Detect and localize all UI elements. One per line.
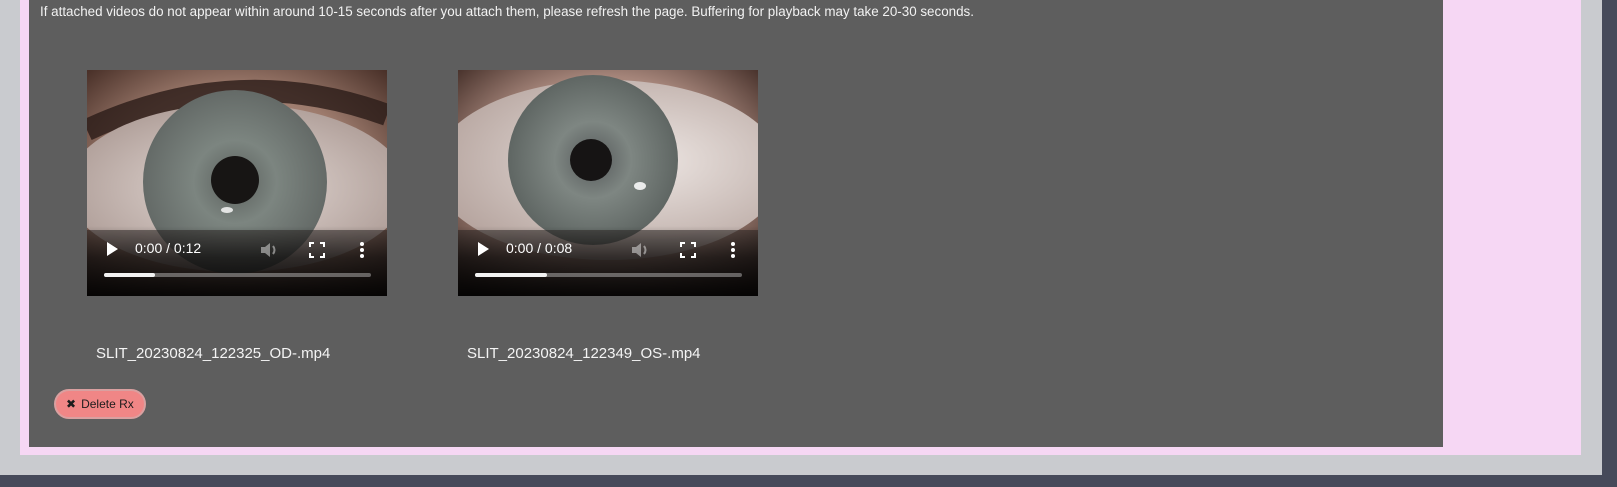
video-progress-fill: [475, 273, 548, 277]
fullscreen-icon[interactable]: [680, 242, 696, 258]
play-icon[interactable]: [105, 241, 119, 257]
video-filename: SLIT_20230824_122325_OD-.mp4: [96, 345, 331, 362]
more-options-icon[interactable]: [359, 241, 365, 259]
video-time: 0:00 / 0:12: [135, 240, 202, 256]
video-card-od: 0:00 / 0:12: [87, 70, 387, 296]
close-icon: ✖: [66, 397, 77, 411]
video-controls-bar: [458, 226, 758, 296]
video-progress-bar[interactable]: [104, 273, 371, 277]
fullscreen-icon[interactable]: [309, 242, 325, 258]
delete-rx-label: Delete Rx: [81, 397, 134, 411]
volume-icon[interactable]: [259, 241, 279, 259]
play-icon[interactable]: [476, 241, 490, 257]
video-progress-fill: [104, 273, 155, 277]
attachments-panel: If attached videos do not appear within …: [29, 0, 1443, 447]
volume-icon[interactable]: [630, 241, 650, 259]
delete-rx-button[interactable]: ✖ Delete Rx: [54, 389, 146, 419]
video-filename: SLIT_20230824_122349_OS-.mp4: [467, 345, 701, 362]
video-progress-bar[interactable]: [475, 273, 742, 277]
video-time: 0:00 / 0:08: [506, 240, 573, 256]
more-options-icon[interactable]: [730, 241, 736, 259]
video-card-os: 0:00 / 0:08: [458, 70, 758, 296]
video-player[interactable]: 0:00 / 0:08: [458, 70, 758, 296]
refresh-notice: If attached videos do not appear within …: [40, 4, 974, 19]
video-player[interactable]: 0:00 / 0:12: [87, 70, 387, 296]
video-controls-bar: [87, 226, 387, 296]
